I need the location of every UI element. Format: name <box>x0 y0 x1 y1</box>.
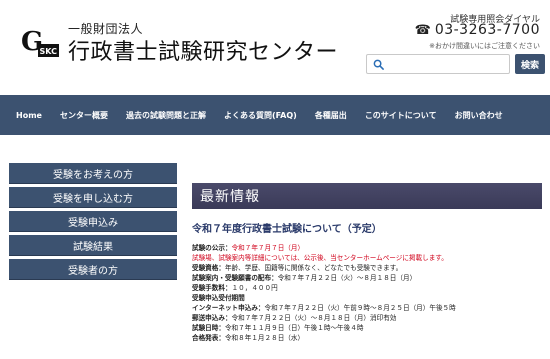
article-line: 郵送申込み：令和７年７月２２日（火）～８月１８日（月）消印有効 <box>192 313 547 323</box>
tel-number: 03-3263-7700 <box>434 22 540 38</box>
nav-item-faq[interactable]: よくある質問(FAQ) <box>224 110 297 121</box>
tel-row: ☎ 03-3263-7700 <box>415 22 540 38</box>
article-line: インターネット申込み：令和７年７月２２日（火）午前９時～８月２５日（月）午後５時 <box>192 303 547 313</box>
phone-icon: ☎ <box>414 22 431 38</box>
sidebar-item-application[interactable]: 受験申込み <box>9 211 177 232</box>
site-header: G SKC 一般財団法人 行政書士試験研究センター 試験専用照会ダイヤル ☎ 0… <box>0 0 550 95</box>
line-value: 令和７年７月７日（月） <box>231 244 305 252</box>
line-label: 試験の公示： <box>192 244 232 252</box>
nav-item-past-exams[interactable]: 過去の試験問題と正解 <box>126 110 206 121</box>
line-value: 年齢、学歴、国籍等に関係なく、どなたでも受験できます。 <box>224 264 403 272</box>
line-value: 令和８年１月２８日（水） <box>224 334 305 342</box>
sidebar-item-examinees[interactable]: 受験者の方 <box>9 259 177 280</box>
nav-item-notifications[interactable]: 各種届出 <box>315 110 347 121</box>
tel-note: ※おかけ間違いにはご注意ください <box>429 42 540 50</box>
line-value: 試験場、試験案内等詳細については、公示後、当センターホームページに掲載します。 <box>192 254 448 262</box>
sidebar-item-considering[interactable]: 受験をお考えの方 <box>9 163 177 184</box>
line-value: 令和７年７月２２日（火）～８月１８日（月）消印有効 <box>231 314 397 322</box>
nav-item-contact[interactable]: お問い合わせ <box>455 110 503 121</box>
article-line: 合格発表：令和８年１月２８日（水） <box>192 333 547 343</box>
line-value: 令和７年１１月９日（日）午後１時～午後４時 <box>224 324 364 332</box>
article-line: 試験案内・受験願書の配布：令和７年７月２２日（火）～８月１８日（月） <box>192 273 547 283</box>
gskc-logo-icon[interactable]: G SKC <box>20 24 60 64</box>
sidebar-item-results[interactable]: 試験結果 <box>9 235 177 256</box>
article-line: 試験場、試験案内等詳細については、公示後、当センターホームページに掲載します。 <box>192 253 547 263</box>
search-button[interactable]: 検索 <box>515 54 545 74</box>
article-body: 試験の公示：令和７年７月７日（月） 試験場、試験案内等詳細については、公示後、当… <box>192 243 547 343</box>
line-value: 令和７年７月２２日（火）～８月１８日（月） <box>277 274 417 282</box>
news-section-header: 最新情報 <box>192 183 542 209</box>
line-label: 試験日時： <box>192 324 225 332</box>
line-value: １０，４００円 <box>231 284 278 292</box>
line-label: 受験手数料： <box>192 284 232 292</box>
line-label: 郵送申込み： <box>192 314 232 322</box>
sidebar-item-applying[interactable]: 受験を申し込む方 <box>9 187 177 208</box>
line-label: インターネット申込み： <box>192 304 265 312</box>
search-box <box>366 54 510 74</box>
line-label: 受験資格： <box>192 264 225 272</box>
article-line: 試験日時：令和７年１１月９日（日）午後１時～午後４時 <box>192 323 547 333</box>
nav-item-about-site[interactable]: このサイトについて <box>365 110 437 121</box>
article-line: 試験の公示：令和７年７月７日（月） <box>192 243 547 253</box>
search-icon <box>373 59 384 70</box>
main-nav: Home センター概要 過去の試験問題と正解 よくある質問(FAQ) 各種届出 … <box>0 95 550 135</box>
nav-item-about[interactable]: センター概要 <box>60 110 108 121</box>
search-input[interactable] <box>387 56 507 72</box>
line-value: 令和７年７月２２日（火）午前９時～８月２５日（月）午後５時 <box>264 304 456 312</box>
site-title[interactable]: 行政書士試験研究センター <box>68 34 338 66</box>
line-label: 試験案内・受験願書の配布： <box>192 274 278 282</box>
article-line: 受験申込受付期間 <box>192 293 547 303</box>
article-line: 受験手数料：１０，４００円 <box>192 283 547 293</box>
sidebar: 受験をお考えの方 受験を申し込む方 受験申込み 試験結果 受験者の方 <box>9 163 177 283</box>
line-label: 受験申込受付期間 <box>192 294 245 302</box>
article-line: 受験資格：年齢、学歴、国籍等に関係なく、どなたでも受験できます。 <box>192 263 547 273</box>
line-label: 合格発表： <box>192 334 225 342</box>
nav-item-home[interactable]: Home <box>16 111 42 120</box>
svg-text:SKC: SKC <box>40 47 58 56</box>
article-title: 令和７年度行政書士試験について（予定） <box>192 224 382 235</box>
